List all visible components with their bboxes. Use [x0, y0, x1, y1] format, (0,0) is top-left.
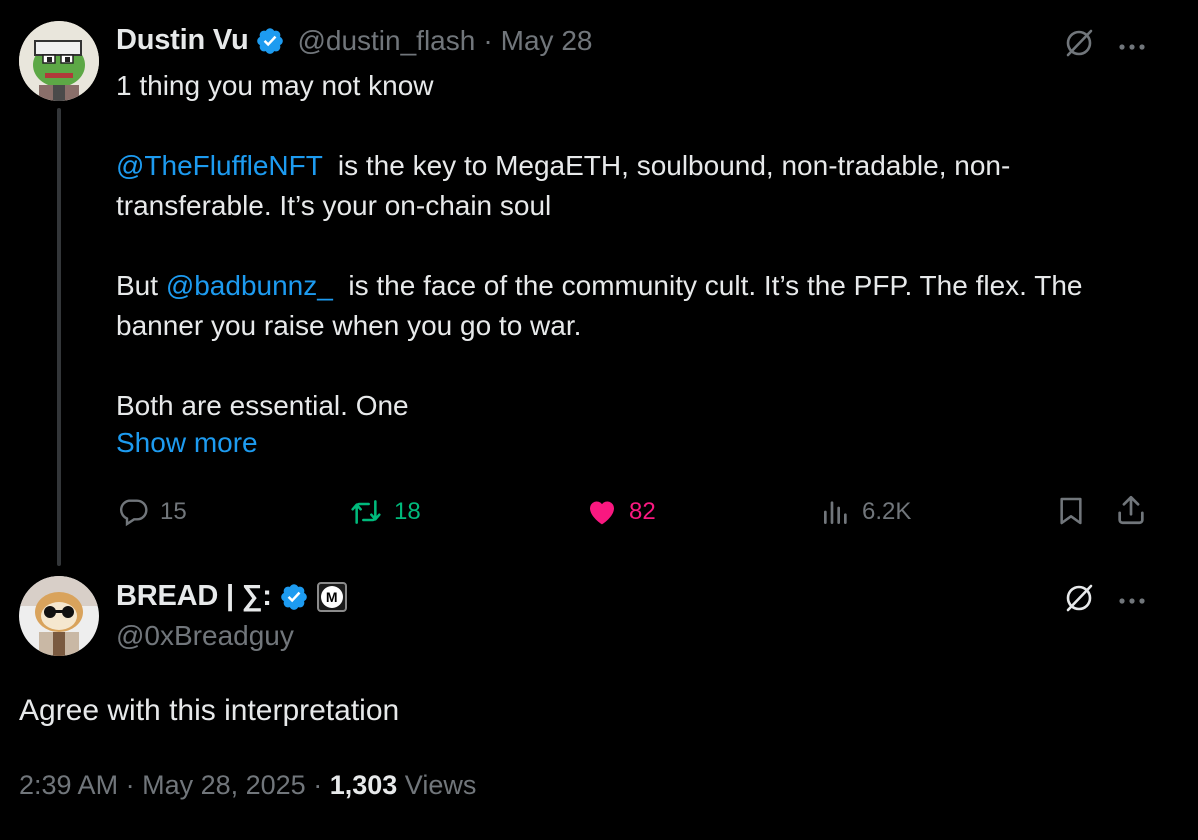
thread-connector-line	[57, 108, 61, 566]
reply-author-handle[interactable]: @0xBreadguy	[116, 620, 294, 652]
views-icon	[820, 496, 852, 528]
like-icon	[585, 496, 619, 528]
tweet-line-1: 1 thing you may not know	[116, 70, 434, 101]
tweet-paragraph-4: Both are essential. One	[116, 390, 409, 421]
avatar-dustin[interactable]	[19, 21, 99, 101]
tweet-body: 1 thing you may not know @TheFluffleNFT …	[116, 66, 1126, 426]
author-handle[interactable]: @dustin_flash	[297, 25, 475, 57]
reply-header: BREAD | ∑: M	[116, 580, 347, 613]
like-button[interactable]: 82	[585, 496, 656, 528]
reply-button[interactable]: 15	[116, 496, 187, 528]
grok-icon[interactable]	[1063, 27, 1095, 64]
verified-badge-icon	[279, 582, 309, 612]
repost-icon	[348, 496, 384, 528]
verified-badge-icon	[255, 26, 285, 56]
author-name[interactable]: Dustin Vu	[116, 24, 249, 57]
affiliate-badge-letter: M	[320, 585, 343, 608]
reply-meta: 2:39 AM · May 28, 2025 · 1,303 Views	[19, 770, 477, 800]
tweet-actions-bar: 15 18 82 6.2K	[116, 490, 1156, 534]
avatar-pepe-image	[19, 21, 99, 101]
more-icon[interactable]	[1118, 592, 1146, 610]
share-button[interactable]	[1114, 492, 1148, 528]
reply-text: Agree with this interpretation	[19, 694, 400, 727]
views-count: 6.2K	[862, 498, 912, 525]
repost-count: 18	[394, 498, 421, 525]
reply-views-label: Views	[404, 770, 477, 800]
separator-dot: ·	[483, 24, 493, 56]
reply-icon	[116, 496, 150, 528]
views-button[interactable]: 6.2K	[820, 496, 911, 528]
like-count: 82	[629, 498, 656, 525]
tweet-paragraph-3: But @badbunnz_ is the face of the commun…	[116, 270, 1091, 341]
bookmark-button[interactable]	[1055, 494, 1087, 528]
tweet-date[interactable]: May 28	[501, 25, 593, 57]
more-icon[interactable]	[1118, 38, 1146, 56]
bookmark-icon	[1055, 494, 1087, 528]
tweet-header: Dustin Vu @dustin_flash · May 28	[116, 24, 592, 57]
reply-views-count: 1,303	[329, 770, 398, 800]
reply-count: 15	[160, 498, 187, 525]
reply-date[interactable]: May 28, 2025	[142, 770, 306, 800]
repost-button[interactable]: 18	[348, 496, 421, 528]
grok-icon[interactable]	[1063, 582, 1095, 619]
reply-time[interactable]: 2:39 AM	[19, 770, 118, 800]
tweet-paragraph-2: @TheFluffleNFT is the key to MegaETH, so…	[116, 150, 1011, 221]
reply-author-name[interactable]: BREAD | ∑:	[116, 580, 272, 613]
avatar-bread[interactable]	[19, 576, 99, 656]
affiliate-badge[interactable]: M	[316, 581, 347, 612]
avatar-bread-image	[19, 576, 99, 656]
mention-badbunnz[interactable]: @badbunnz_	[166, 270, 333, 301]
mention-thefluffle[interactable]: @TheFluffleNFT	[116, 150, 322, 181]
share-icon	[1114, 492, 1148, 528]
show-more-link[interactable]: Show more	[116, 427, 258, 459]
